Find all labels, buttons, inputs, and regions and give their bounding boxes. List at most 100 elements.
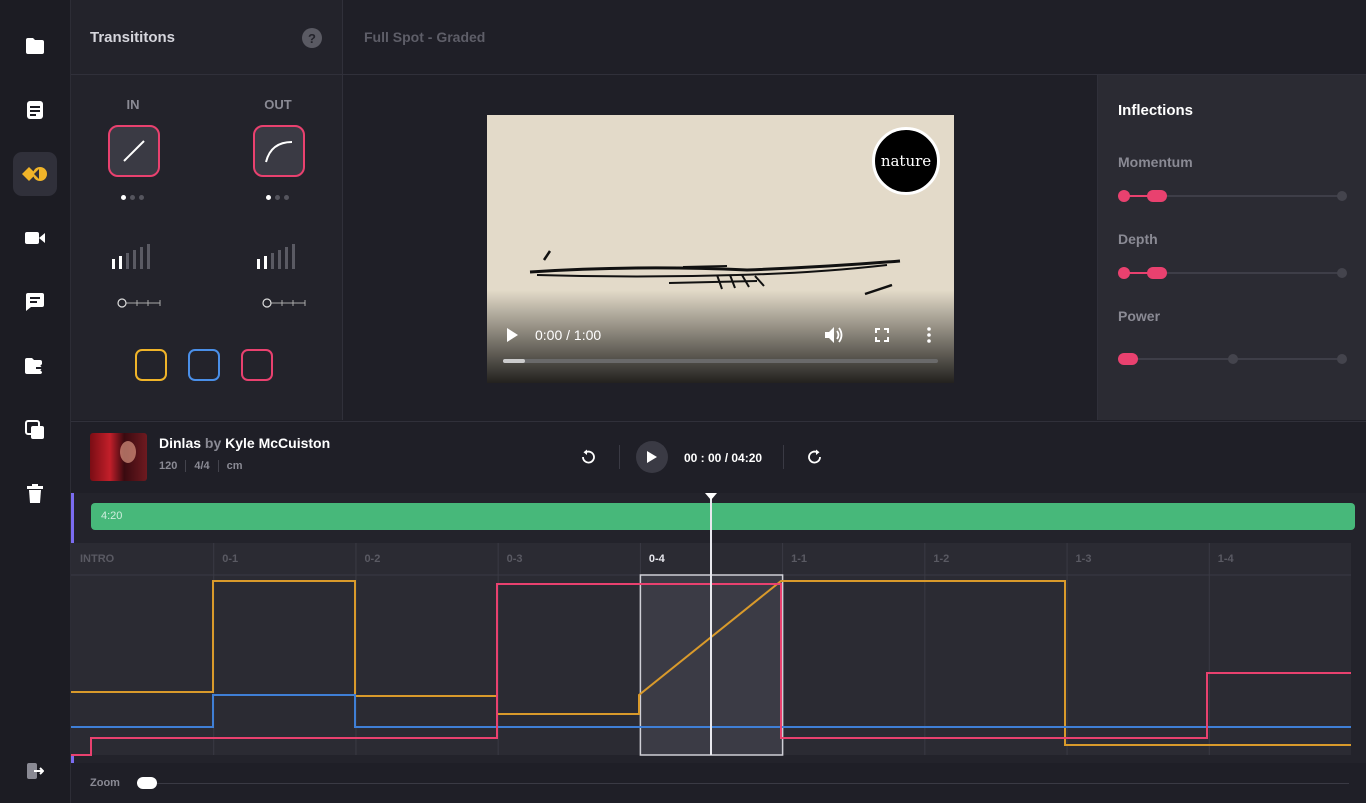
play-button[interactable] [636,441,668,473]
document-icon [27,101,43,119]
section-label[interactable]: INTRO [80,553,115,565]
momentum-label: Momentum [1118,154,1193,170]
color-swatch-blue[interactable] [188,349,220,381]
power-label: Power [1118,308,1161,324]
project-title: Full Spot - Graded [364,29,486,45]
playhead-handle[interactable] [705,493,717,500]
help-button[interactable]: ? [302,28,322,48]
section-label[interactable]: 0-2 [364,553,380,565]
logout-button[interactable] [13,749,57,793]
sidebar-item-share[interactable] [13,344,57,388]
section-label[interactable]: 1-1 [791,553,807,565]
nature-logo: nature [872,127,940,195]
linear-curve-icon [123,140,145,162]
track-time-signature: 4/4 [194,460,210,472]
divider [783,445,784,469]
zoom-thumb[interactable] [137,777,157,789]
comment-icon [26,293,44,311]
more-options-icon[interactable] [927,327,931,343]
pager-dot[interactable] [139,195,144,200]
transitions-icon [22,167,47,181]
sidebar-item-duplicate[interactable] [13,408,57,452]
power-slider[interactable] [1116,349,1350,369]
automation-lanes[interactable]: INTRO 0-1 0-2 0-3 0-4 1-1 1-2 1-3 1-4 [71,493,1366,763]
section-label[interactable]: 1-3 [1076,553,1092,565]
folder-share-icon [25,358,46,374]
video-camera-icon [25,232,45,244]
album-art [90,433,147,481]
zoom-label: Zoom [90,777,120,789]
preview-area: nature 0:00 / 1:00 [343,75,1096,420]
track-by: by [204,435,222,451]
section-label[interactable]: 1-2 [933,553,949,565]
track-title-line: Dinlas by Kyle McCuiston [159,435,330,451]
out-label: OUT [264,97,292,112]
section-label[interactable]: 0-4 [649,553,666,565]
video-player[interactable]: nature 0:00 / 1:00 [487,115,954,383]
track-key: cm [226,460,243,472]
sidebar-item-comments[interactable] [13,280,57,324]
panel-title: Transititons [90,29,176,46]
video-progress-fill [503,359,525,363]
duplicate-icon [25,420,44,439]
in-intensity-bars[interactable] [111,243,157,269]
color-swatch-yellow[interactable] [135,349,167,381]
zoom-bar: Zoom [71,764,1366,803]
in-label: IN [126,97,140,112]
out-mini-slider[interactable] [262,297,306,309]
track-bar: Dinlas by Kyle McCuiston 120 4/4 cm 00 :… [71,421,1366,494]
divider [217,460,219,472]
sidebar-rail [0,0,71,803]
pager-dot[interactable] [121,195,126,200]
video-progress-track[interactable] [503,359,938,363]
in-mini-slider[interactable] [117,297,161,309]
depth-slider[interactable] [1116,263,1350,283]
out-curve-pager[interactable] [266,195,289,200]
section-label[interactable]: 0-3 [507,553,523,565]
divider [619,445,620,469]
logo-text: nature [880,152,932,170]
section-label[interactable]: 0-1 [222,553,238,565]
fullscreen-icon[interactable] [875,328,889,342]
project-header: Full Spot - Graded [343,0,1366,75]
transitions-header: Transititons ? [71,0,342,75]
track-meta: 120 4/4 cm [159,460,243,472]
out-intensity-bars[interactable] [256,243,302,269]
in-curve-button[interactable] [108,125,160,177]
forward-icon[interactable] [807,449,823,465]
divider [185,460,187,472]
momentum-slider[interactable] [1116,186,1350,206]
track-bpm: 120 [159,460,178,472]
track-title: Dinlas [159,435,202,451]
video-time: 0:00 / 1:00 [535,327,602,343]
sidebar-item-delete[interactable] [13,472,57,516]
play-icon [647,451,657,463]
volume-icon[interactable] [824,326,844,344]
trash-icon [27,484,43,503]
zoom-track[interactable] [137,783,1349,784]
pager-dot[interactable] [275,195,280,200]
inflections-title: Inflections [1118,102,1194,119]
pager-dot[interactable] [130,195,135,200]
play-icon[interactable] [505,327,519,343]
section-label[interactable]: 1-4 [1218,553,1235,565]
pager-dot[interactable] [266,195,271,200]
out-curve-button[interactable] [253,125,305,177]
pager-dot[interactable] [284,195,289,200]
color-swatch-pink[interactable] [241,349,273,381]
sidebar-item-transitions[interactable] [13,152,57,196]
track-time: 00 : 00 / 04:20 [684,451,763,465]
sidebar-item-folder[interactable] [13,24,57,68]
depth-label: Depth [1118,231,1158,247]
inflections-panel: Inflections Momentum Depth Power [1097,75,1366,420]
help-icon: ? [308,30,316,46]
sidebar-item-document[interactable] [13,88,57,132]
sidebar-item-video[interactable] [13,216,57,260]
ease-curve-icon [265,141,293,163]
folder-icon [26,38,44,54]
rewind-icon[interactable] [580,449,596,465]
timeline[interactable]: 4:20 INTRO 0-1 0-2 0-3 0-4 1-1 1-2 1-3 1-4 [71,493,1366,763]
logout-icon [27,763,44,779]
in-curve-pager[interactable] [121,195,144,200]
track-artist: Kyle McCuiston [225,435,331,451]
